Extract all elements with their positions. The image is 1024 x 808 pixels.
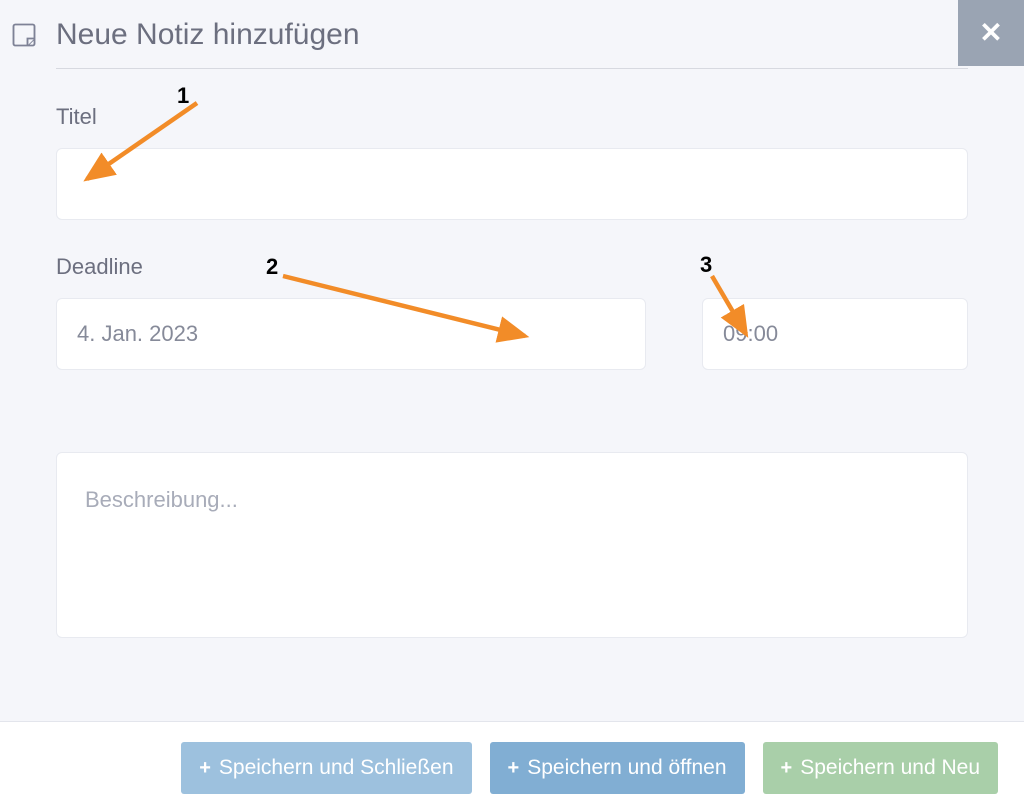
add-note-modal: Neue Notiz hinzufügen ✕ Titel Deadline 1… (0, 0, 1024, 643)
save-and-close-label: Speichern und Schließen (219, 756, 454, 780)
deadline-row: Deadline (56, 254, 968, 370)
plus-icon: + (199, 758, 211, 778)
save-and-new-label: Speichern und Neu (800, 756, 980, 780)
deadline-date-input[interactable] (56, 298, 646, 370)
close-icon: ✕ (979, 19, 1002, 47)
note-icon (10, 21, 38, 49)
annotation-number-1: 1 (177, 83, 189, 109)
modal-title: Neue Notiz hinzufügen (56, 18, 360, 52)
description-textarea[interactable] (56, 452, 968, 638)
title-label: Titel (56, 104, 968, 130)
deadline-label: Deadline (56, 254, 646, 280)
deadline-time-input[interactable] (702, 298, 968, 370)
save-and-open-label: Speichern und öffnen (527, 756, 726, 780)
plus-icon: + (781, 758, 793, 778)
modal-body: Titel Deadline 1 2 3 (0, 104, 1024, 643)
modal-header: Neue Notiz hinzufügen (0, 18, 1024, 68)
plus-icon: + (508, 758, 520, 778)
title-input[interactable] (56, 148, 968, 220)
annotation-number-2: 2 (266, 254, 278, 280)
save-and-new-button[interactable]: + Speichern und Neu (763, 742, 998, 794)
deadline-time-col (702, 254, 968, 370)
close-button[interactable]: ✕ (958, 0, 1024, 66)
deadline-date-col: Deadline (56, 254, 646, 370)
annotation-number-3: 3 (700, 252, 712, 278)
save-and-open-button[interactable]: + Speichern und öffnen (490, 742, 745, 794)
save-and-close-button[interactable]: + Speichern und Schließen (181, 742, 471, 794)
deadline-time-label (702, 254, 968, 280)
divider (56, 68, 968, 69)
modal-footer: + Speichern und Schließen + Speichern un… (0, 721, 1024, 808)
